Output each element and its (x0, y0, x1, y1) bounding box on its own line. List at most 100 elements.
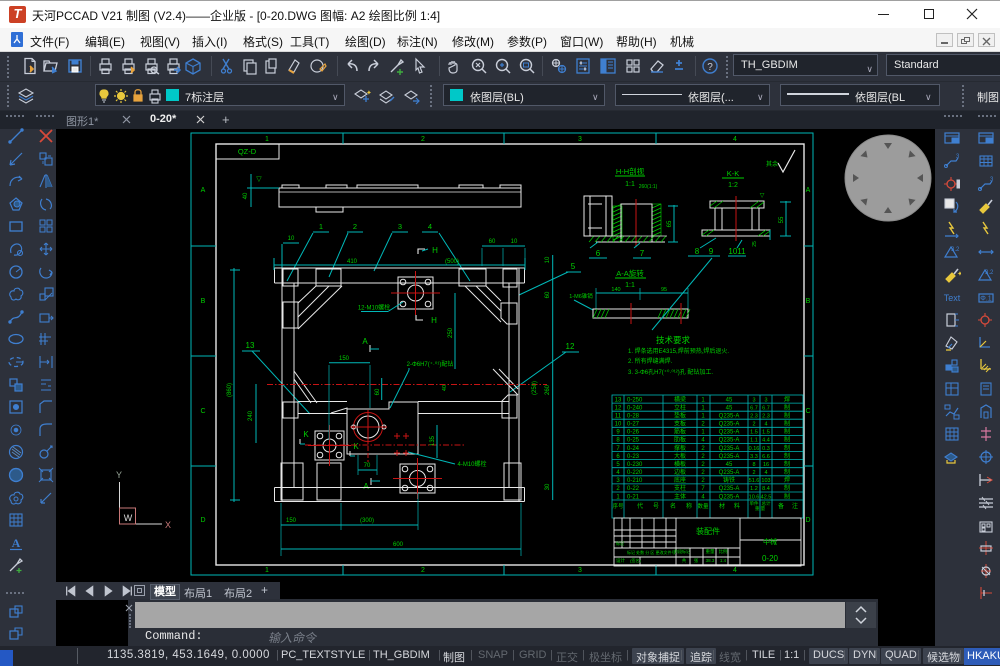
svg-text:A: A (12, 536, 21, 550)
svg-text:60: 60 (375, 388, 381, 395)
svg-text:2. 所有焊缝满焊.: 2. 所有焊缝满焊. (628, 357, 673, 365)
svg-text:Φ.1: Φ.1 (980, 295, 992, 302)
svg-text:张: 张 (694, 557, 699, 564)
svg-text:支板: 支板 (674, 420, 686, 428)
svg-text:1:2: 1:2 (728, 182, 738, 189)
svg-text:装配件: 装配件 (696, 526, 720, 536)
svg-text:QZ-D: QZ-D (238, 147, 257, 156)
svg-text:42.5: 42.5 (761, 494, 772, 500)
svg-text:焊: 焊 (784, 476, 790, 484)
svg-text:1:4: 1:4 (720, 558, 727, 563)
svg-text:(300): (300) (360, 518, 374, 524)
svg-text:横梁: 横梁 (674, 395, 686, 403)
svg-text:中械: 中械 (763, 537, 777, 546)
svg-text:注: 注 (792, 502, 798, 510)
svg-text:3: 3 (578, 136, 582, 143)
svg-text:4.4: 4.4 (762, 438, 770, 444)
svg-text:3: 3 (578, 567, 582, 574)
svg-text:45: 45 (726, 397, 733, 403)
svg-text:?: ? (707, 62, 713, 73)
svg-text:70: 70 (364, 463, 371, 469)
svg-text:410: 410 (347, 259, 358, 265)
svg-text:阶段标记: 阶段标记 (674, 548, 690, 554)
svg-text:150: 150 (286, 518, 297, 524)
svg-text:设计: 设计 (616, 557, 625, 564)
svg-text:立柱: 立柱 (674, 403, 686, 411)
svg-text:Q235-A: Q235-A (719, 446, 740, 452)
svg-text:0-27: 0-27 (627, 422, 640, 428)
svg-text:B: B (201, 298, 206, 305)
svg-text:(860): (860) (227, 383, 233, 397)
svg-text:4: 4 (428, 222, 432, 231)
svg-text:11: 11 (615, 413, 622, 419)
svg-text:13: 13 (246, 341, 255, 350)
svg-text:C: C (200, 408, 205, 415)
svg-text:250: 250 (448, 327, 454, 338)
svg-text:标记 处数 分 区 更改文件号: 标记 处数 分 区 更改文件号 (627, 549, 675, 555)
svg-text:铸铁: 铸铁 (723, 476, 735, 484)
svg-text:制: 制 (784, 436, 790, 444)
svg-text:4: 4 (733, 567, 737, 574)
svg-text:1.1: 1.1 (750, 438, 758, 444)
svg-text:1:1: 1:1 (625, 181, 635, 188)
svg-text:撑板: 撑板 (674, 444, 686, 452)
svg-text:(250): (250) (532, 381, 538, 395)
svg-text:65: 65 (667, 220, 673, 227)
svg-text:▽: ▽ (256, 176, 262, 183)
svg-text:7: 7 (640, 249, 645, 258)
svg-text:材: 材 (719, 502, 725, 510)
svg-text:12-M10螺栓: 12-M10螺栓 (358, 304, 390, 312)
svg-text:A: A (201, 187, 206, 194)
svg-text:3.2: 3.2 (951, 247, 960, 253)
svg-text:Q235-A: Q235-A (719, 454, 740, 460)
svg-text:240: 240 (248, 410, 254, 421)
svg-text:0-21: 0-21 (627, 494, 640, 500)
svg-text:4: 4 (764, 422, 767, 428)
svg-text:2-Φ6Η7(⁺·⁰¹)配钻: 2-Φ6Η7(⁺·⁰¹)配钻 (407, 360, 454, 368)
svg-text:制: 制 (784, 411, 790, 419)
svg-text:260: 260 (545, 384, 551, 395)
svg-text:6: 6 (596, 249, 601, 258)
svg-text:8: 8 (752, 462, 755, 468)
svg-text:代: 代 (637, 502, 643, 510)
svg-text:A: A (806, 187, 811, 194)
svg-text:制: 制 (784, 420, 790, 428)
svg-text:2: 2 (421, 567, 425, 574)
svg-text:比例: 比例 (719, 548, 728, 555)
svg-text:260(1:1): 260(1:1) (639, 184, 658, 190)
svg-text:H: H (431, 316, 437, 325)
svg-text:0-23: 0-23 (627, 454, 640, 460)
svg-text:150: 150 (339, 356, 350, 362)
svg-text:140: 140 (611, 287, 620, 293)
svg-text:12: 12 (615, 405, 622, 411)
svg-text:1.5: 1.5 (750, 430, 758, 436)
svg-text:主体: 主体 (674, 492, 686, 500)
svg-text:制: 制 (784, 444, 790, 452)
svg-text:✦: ✦ (957, 270, 961, 278)
svg-text:Q235-A: Q235-A (719, 486, 740, 492)
svg-text:10: 10 (511, 239, 518, 245)
svg-text:(签名): (签名) (630, 557, 641, 563)
svg-text:K-K: K-K (727, 169, 740, 178)
svg-text:45: 45 (726, 462, 733, 468)
svg-text:5: 5 (571, 262, 576, 271)
svg-text:Y: Y (116, 470, 122, 480)
svg-text:1.2: 1.2 (750, 486, 758, 492)
svg-text:40: 40 (243, 192, 249, 199)
svg-text:技术要求: 技术要求 (656, 335, 691, 345)
svg-text:60: 60 (489, 239, 496, 245)
svg-text:0-240: 0-240 (627, 405, 643, 411)
svg-text:0-250: 0-250 (627, 397, 643, 403)
svg-text:51.6: 51.6 (749, 478, 760, 484)
svg-text:38.3: 38.3 (706, 558, 715, 563)
svg-text:0-28: 0-28 (627, 413, 640, 419)
svg-text:H: H (432, 246, 438, 255)
svg-text:K: K (353, 442, 359, 451)
svg-text:D: D (200, 517, 205, 524)
svg-text:数量: 数量 (697, 502, 709, 510)
svg-text:4: 4 (733, 136, 737, 143)
svg-text:D: D (805, 517, 810, 524)
svg-text:底座: 底座 (674, 476, 686, 484)
svg-text:A-A旋转: A-A旋转 (616, 268, 644, 278)
svg-text:25: 25 (752, 241, 758, 247)
